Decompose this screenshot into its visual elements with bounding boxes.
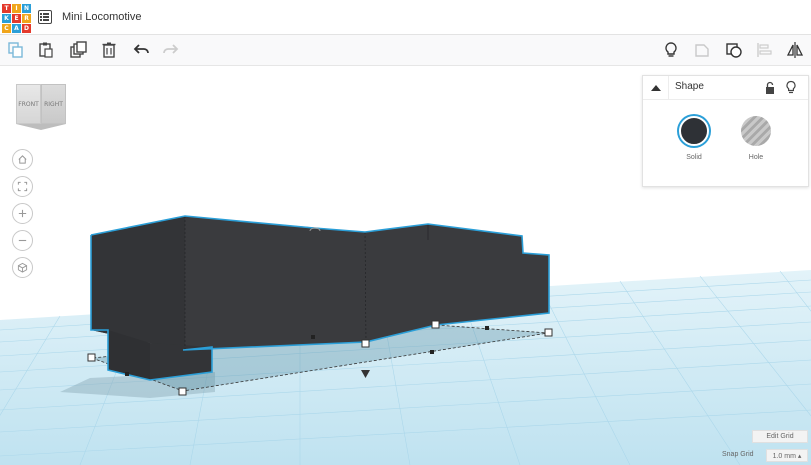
logo-letter: R [22,14,31,23]
zoom-out-icon [18,239,27,242]
undo-icon[interactable] [131,40,151,60]
tinkercad-logo[interactable]: TIN KER CAD [2,4,31,33]
hole-swatch[interactable] [741,116,771,146]
logo-letter: I [12,4,21,13]
lightbulb-icon[interactable] [661,40,681,60]
logo-letter: A [12,24,21,33]
solid-label: Solid [686,154,702,161]
solid-option[interactable]: Solid [674,116,714,161]
delete-icon[interactable] [99,40,119,60]
height-handle [361,339,370,348]
fit-view-button[interactable] [12,176,33,197]
corner-handle [431,320,440,329]
hole-option[interactable]: Hole [736,116,776,161]
app-header: TIN KER CAD Mini Locomotive [0,0,811,35]
shape-inspector: Shape Solid Hole [642,75,809,187]
corner-handle [178,387,187,396]
group-icon[interactable] [724,40,744,60]
note-icon[interactable] [692,40,712,60]
view-cube[interactable]: FRONT RIGHT [16,84,66,130]
edit-toolbar [0,35,811,66]
view-cube-right[interactable]: RIGHT [41,84,66,124]
snap-grid-label: Snap Grid [722,451,754,458]
logo-letter: K [2,14,11,23]
paste-icon[interactable] [36,40,56,60]
corner-handle [87,353,96,362]
redo-icon[interactable] [161,40,181,60]
perspective-button[interactable] [12,257,33,278]
copy-icon[interactable] [6,40,26,60]
corner-handle [544,328,553,337]
logo-letter: N [22,4,31,13]
view-cube-front[interactable]: FRONT [16,84,41,124]
home-icon [18,155,27,164]
home-view-button[interactable] [12,149,33,170]
logo-letter: D [22,24,31,33]
logo-letter: C [2,24,11,33]
perspective-icon [17,262,28,273]
edit-grid-button[interactable]: Edit Grid [752,430,808,443]
logo-letter: E [12,14,21,23]
align-icon[interactable] [754,40,774,60]
snap-grid-select[interactable]: 1.0 mm ▴ [766,449,808,462]
logo-letter: T [2,4,11,13]
design-list-icon[interactable] [38,10,52,24]
hole-label: Hole [748,154,764,161]
collapse-icon[interactable] [643,76,669,99]
view-cube-bottom[interactable] [16,124,66,130]
document-title[interactable]: Mini Locomotive [62,11,141,23]
duplicate-icon[interactable] [68,40,88,60]
zoom-in-button[interactable] [12,203,33,224]
inspector-title: Shape [675,81,704,92]
solid-color-swatch[interactable] [679,116,709,146]
lock-icon[interactable] [763,81,777,95]
fit-view-icon [17,181,28,192]
zoom-out-button[interactable] [12,230,33,251]
zoom-in-icon [18,209,27,218]
mirror-icon[interactable] [785,40,805,60]
inspector-header: Shape [643,76,808,100]
lightbulb-icon[interactable] [784,80,798,95]
